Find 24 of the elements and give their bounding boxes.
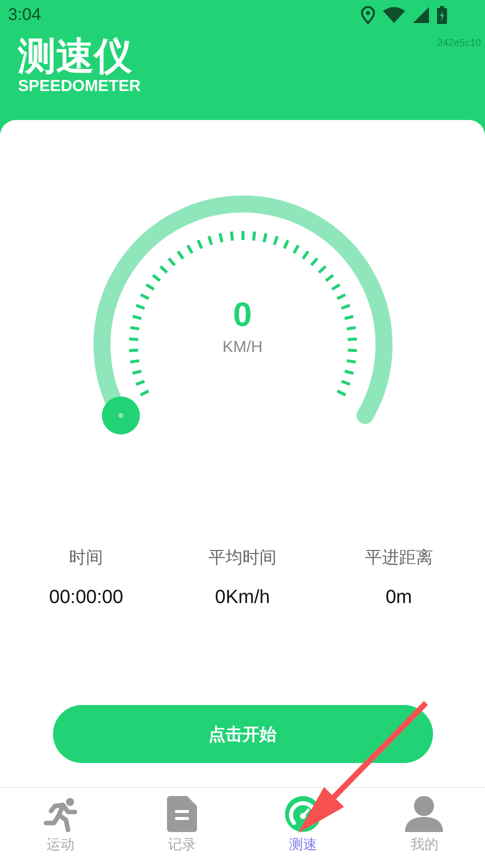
speed-unit: KM/H <box>222 339 262 357</box>
stat-label: 平进距离 <box>364 547 433 569</box>
gauge-knob[interactable] <box>101 396 140 434</box>
app-title: 测速仪 <box>18 34 133 78</box>
battery-icon <box>437 6 447 24</box>
location-icon <box>361 6 375 24</box>
runner-icon <box>42 796 79 832</box>
start-button[interactable]: 点击开始 <box>52 705 432 763</box>
stat-value: 00:00:00 <box>49 587 124 609</box>
stat-value: 0m <box>386 587 412 609</box>
tab-item[interactable]: 记录 <box>121 788 242 858</box>
tab-item[interactable]: 运动 <box>0 788 122 858</box>
person-icon <box>405 796 444 832</box>
signal-icon <box>413 7 429 23</box>
document-icon <box>166 796 197 832</box>
stat-label: 平均时间 <box>208 547 276 569</box>
build-id: 242e5c10 <box>437 38 481 51</box>
status-time: 3:04 <box>8 5 42 25</box>
tab-item[interactable]: 我的 <box>364 788 485 858</box>
stat-value: 0Km/h <box>215 587 270 609</box>
speed-value: 0 <box>233 295 252 335</box>
stat-label: 时间 <box>69 547 104 569</box>
wifi-icon <box>383 7 405 23</box>
app-subtitle: SPEEDOMETER <box>18 78 141 96</box>
